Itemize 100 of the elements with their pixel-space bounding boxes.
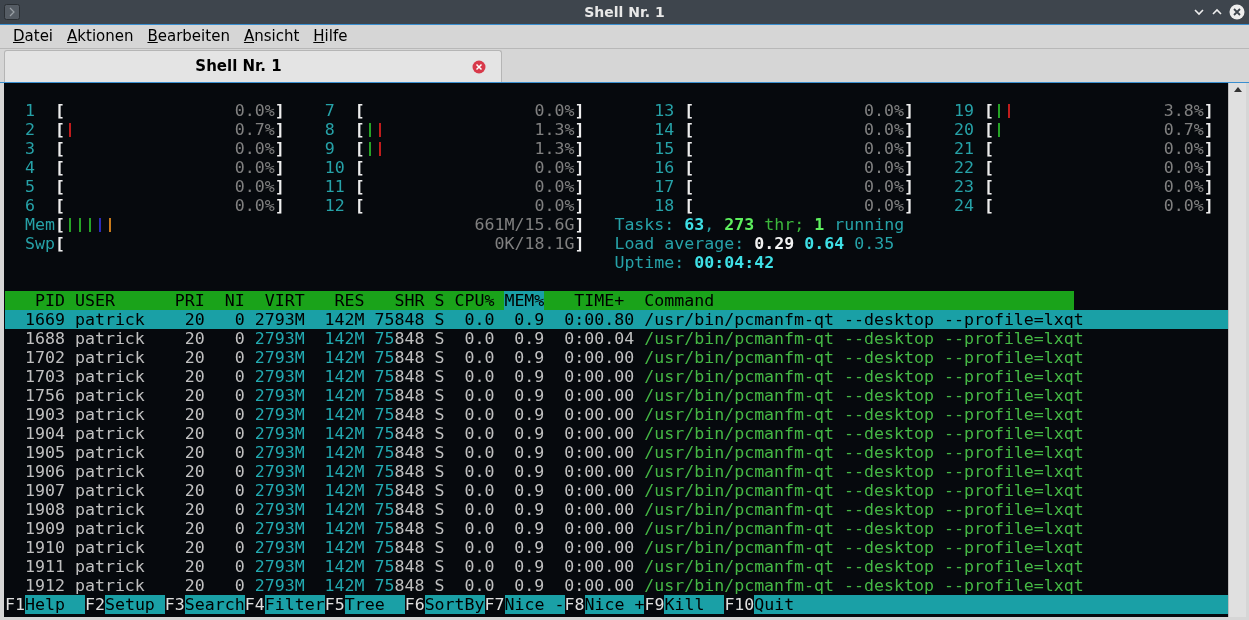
function-key-label[interactable]: Tree	[344, 595, 405, 614]
cpu-percent: 0.0%	[234, 139, 275, 158]
column-header[interactable]: Command	[644, 291, 1074, 310]
process-row[interactable]: 1911 patrick 20 0 2793M 142M 75848 S 0.0 0.9 0:00.00 /usr/bin/pcmanfm-qt --desktop --profile=lxqt	[5, 557, 1228, 576]
column-header[interactable]: USER	[74, 291, 165, 310]
function-key[interactable]: F6	[404, 595, 425, 614]
bracket: [	[354, 120, 365, 139]
function-key-label[interactable]: Kill	[664, 595, 725, 614]
time-cell-text: 0:00.00	[563, 462, 635, 481]
column-header[interactable]: RES	[314, 291, 365, 310]
bracket: ]	[574, 120, 585, 139]
nice-cell-text: 0	[233, 386, 245, 405]
process-row[interactable]: 1703 patrick 20 0 2793M 142M 75848 S 0.0 0.9 0:00.00 /usr/bin/pcmanfm-qt --desktop --profile=lxqt	[5, 367, 1228, 386]
minimize-icon[interactable]	[1193, 6, 1205, 18]
function-key-label[interactable]: Search	[184, 595, 245, 614]
menu-item[interactable]: Ansicht	[243, 25, 300, 48]
column-header[interactable]: PRI	[174, 291, 205, 310]
pid-cell-text: 1909	[23, 519, 65, 538]
command-cell-text: /usr/bin/pcmanfm-qt --desktop --profile=lxqt	[644, 424, 1085, 443]
function-key[interactable]: F9	[644, 595, 665, 614]
function-key-label[interactable]: SortBy	[424, 595, 485, 614]
cpu-label: 12	[324, 196, 346, 215]
bracket: [	[54, 196, 65, 215]
process-row[interactable]: 1909 patrick 20 0 2793M 142M 75848 S 0.0 0.9 0:00.00 /usr/bin/pcmanfm-qt --desktop --profile=lxqt	[5, 519, 1228, 538]
memory-cell-text: 0.9	[513, 481, 545, 500]
menu-item[interactable]: Aktionen	[67, 25, 134, 48]
scroll-up-icon[interactable]	[1232, 85, 1243, 93]
cpu-label: 16	[654, 158, 676, 177]
bracket: ]	[274, 120, 285, 139]
function-key[interactable]: F10	[724, 595, 755, 614]
time-cell-text: 0:00.00	[563, 443, 635, 462]
process-row[interactable]: 1669 patrick 20 0 2793M 142M 75848 S 0.0 0.9 0:00.80 /usr/bin/pcmanfm-qt --desktop --profile=lxqt	[5, 310, 1228, 329]
cpu-percent: 0.0%	[534, 196, 575, 215]
column-header[interactable]: S	[434, 291, 445, 310]
close-icon[interactable]	[1229, 4, 1245, 20]
column-header[interactable]: TIME+	[554, 291, 635, 310]
resident-memory-cell-text: 142M	[323, 576, 365, 595]
bracket: [	[983, 120, 994, 139]
column-header[interactable]: SHR	[374, 291, 425, 310]
tab-close-icon[interactable]	[472, 59, 486, 74]
function-key[interactable]: F3	[164, 595, 185, 614]
memory-cell-text: 0.9	[513, 557, 545, 576]
state-cell: S	[434, 386, 445, 405]
menu-item[interactable]: Hilfe	[313, 25, 348, 48]
tab[interactable]: Shell Nr. 1	[4, 50, 502, 82]
process-row[interactable]: 1910 patrick 20 0 2793M 142M 75848 S 0.0 0.9 0:00.00 /usr/bin/pcmanfm-qt --desktop --profile=lxqt	[5, 538, 1228, 557]
column-header[interactable]: NI	[214, 291, 245, 310]
nice-cell-text: 0	[233, 462, 245, 481]
function-key-label[interactable]: Quit	[754, 595, 815, 614]
shared-memory-cell: 75848	[374, 367, 425, 386]
function-key-label[interactable]: Nice +	[584, 595, 645, 614]
function-key[interactable]: F5	[324, 595, 345, 614]
process-row[interactable]: 1908 patrick 20 0 2793M 142M 75848 S 0.0 0.9 0:00.00 /usr/bin/pcmanfm-qt --desktop --profile=lxqt	[5, 500, 1228, 519]
memory-cell-text: 0.9	[513, 424, 545, 443]
process-row[interactable]: 1906 patrick 20 0 2793M 142M 75848 S 0.0 0.9 0:00.00 /usr/bin/pcmanfm-qt --desktop --profile=lxqt	[5, 462, 1228, 481]
column-header[interactable]: CPU%	[454, 291, 495, 310]
function-key-label[interactable]: Filter	[264, 595, 325, 614]
virtual-memory-cell: 2793M	[254, 538, 305, 557]
scrollbar[interactable]	[1228, 83, 1246, 617]
process-row[interactable]: 1688 patrick 20 0 2793M 142M 75848 S 0.0 0.9 0:00.04 /usr/bin/pcmanfm-qt --desktop --profile=lxqt	[5, 329, 1228, 348]
virtual-memory-cell: 2793M	[254, 500, 305, 519]
user-cell-text: patrick	[74, 538, 146, 557]
function-key-label[interactable]: Nice -	[504, 595, 565, 614]
function-key[interactable]: F4	[244, 595, 265, 614]
cpu-label: 6	[24, 196, 36, 215]
bracket: ]	[904, 177, 915, 196]
shared-memory-cell: 75848	[374, 481, 425, 500]
bracket: ]	[904, 120, 915, 139]
time-cell-text: 0:00.00	[563, 557, 635, 576]
function-key[interactable]: F2	[84, 595, 105, 614]
column-header[interactable]: MEM%	[504, 291, 545, 310]
function-key[interactable]: F1	[5, 595, 25, 614]
command-cell-text: /usr/bin/pcmanfm-qt --desktop --profile=lxqt	[644, 481, 1085, 500]
process-row[interactable]: 1903 patrick 20 0 2793M 142M 75848 S 0.0 0.9 0:00.00 /usr/bin/pcmanfm-qt --desktop --profile=lxqt	[5, 405, 1228, 424]
process-row[interactable]: 1756 patrick 20 0 2793M 142M 75848 S 0.0 0.9 0:00.00 /usr/bin/pcmanfm-qt --desktop --profile=lxqt	[5, 386, 1228, 405]
cpu-cell-text: 0.0	[463, 500, 495, 519]
bracket: ]	[1203, 139, 1214, 158]
cpu-cell-text: 0.0	[463, 538, 495, 557]
function-key[interactable]: F8	[564, 595, 585, 614]
process-row[interactable]: 1907 patrick 20 0 2793M 142M 75848 S 0.0 0.9 0:00.00 /usr/bin/pcmanfm-qt --desktop --profile=lxqt	[5, 481, 1228, 500]
command-cell-text: /usr/bin/pcmanfm-qt --desktop --profile=lxqt	[644, 443, 1085, 462]
menu-item[interactable]: Datei	[13, 25, 54, 48]
menu-item[interactable]: Bearbeiten	[147, 25, 230, 48]
function-key-label[interactable]: Setup	[104, 595, 165, 614]
bracket: ]	[274, 139, 285, 158]
column-header[interactable]: PID	[5, 291, 65, 310]
function-key-label[interactable]: Help	[25, 595, 85, 614]
virtual-memory-cell: 2793M	[254, 329, 305, 348]
cpu-percent: 0.0%	[234, 101, 275, 120]
cpu-percent: 0.0%	[864, 139, 905, 158]
process-row[interactable]: 1702 patrick 20 0 2793M 142M 75848 S 0.0 0.9 0:00.00 /usr/bin/pcmanfm-qt --desktop --profile=lxqt	[5, 348, 1228, 367]
column-header[interactable]: VIRT	[254, 291, 305, 310]
cpu-percent: 0.0%	[1163, 196, 1204, 215]
process-row[interactable]: 1904 patrick 20 0 2793M 142M 75848 S 0.0 0.9 0:00.00 /usr/bin/pcmanfm-qt --desktop --profile=lxqt	[5, 424, 1228, 443]
bracket: [	[983, 158, 994, 177]
state-cell: S	[434, 462, 445, 481]
process-row[interactable]: 1912 patrick 20 0 2793M 142M 75848 S 0.0 0.9 0:00.00 /usr/bin/pcmanfm-qt --desktop --profile=lxqt	[5, 576, 1228, 595]
cpu-label: 13	[654, 101, 676, 120]
function-key[interactable]: F7	[484, 595, 505, 614]
process-row[interactable]: 1905 patrick 20 0 2793M 142M 75848 S 0.0 0.9 0:00.00 /usr/bin/pcmanfm-qt --desktop --profile=lxqt	[5, 443, 1228, 462]
